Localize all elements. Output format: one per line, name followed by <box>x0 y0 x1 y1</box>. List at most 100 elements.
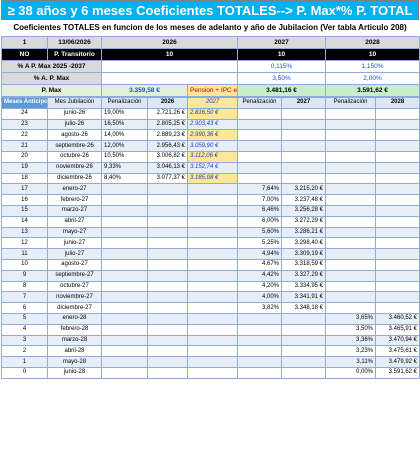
cell-val-2026[interactable] <box>147 280 188 293</box>
cell-val-2028[interactable]: 3.465,91 € <box>375 323 420 336</box>
cell-val-2026[interactable] <box>147 237 188 250</box>
cell-pen-2026[interactable] <box>101 269 148 282</box>
cell-val-2027[interactable]: 3.334,95 € <box>281 280 326 293</box>
cell-meses[interactable]: 21 <box>1 140 48 152</box>
cell-pen-2028[interactable] <box>325 107 376 120</box>
cell-val-2027[interactable]: 3.286,21 € <box>281 226 326 239</box>
cell-year-2027[interactable]: 2027 <box>237 36 327 49</box>
cell-val-2027-ipc[interactable] <box>187 312 238 325</box>
cell-pen-2027[interactable]: 4,67% <box>237 258 282 271</box>
cell-val-2026[interactable]: 2.889,23 € <box>147 129 188 142</box>
cell-pen-2027[interactable]: 4,42% <box>237 269 282 282</box>
cell-mes[interactable]: agosto-26 <box>47 129 102 142</box>
cell-pmax-range-2027[interactable]: 0,115% <box>237 60 327 73</box>
cell-meses[interactable]: 0 <box>1 366 48 379</box>
cell-meses[interactable]: 9 <box>1 269 48 282</box>
cell-pmax-range-label[interactable]: % A P. Max 2025 -2037 <box>1 60 102 73</box>
cell-pen-2027[interactable] <box>237 107 282 120</box>
cell-pen-2028[interactable] <box>325 302 376 314</box>
cell-val-2028[interactable] <box>375 118 420 131</box>
cell-pen-2027[interactable] <box>237 323 282 336</box>
cell-val-2026[interactable] <box>147 215 188 228</box>
col-2028[interactable]: 2028 <box>375 97 420 109</box>
col-2026[interactable]: 2026 <box>147 97 188 109</box>
cell-val-2027-ipc[interactable] <box>187 366 238 379</box>
col-penalizacion-2026[interactable]: Penalización <box>101 97 148 109</box>
cell-val-2027-ipc[interactable] <box>187 269 238 282</box>
cell-mes[interactable]: septiembre-27 <box>47 269 102 282</box>
cell-pen-2027[interactable]: 5,60% <box>237 226 282 239</box>
cell-val-2027-ipc[interactable] <box>187 215 238 228</box>
cell-pen-2027[interactable]: 6,00% <box>237 215 282 228</box>
cell-ap-max-2028[interactable]: 2,00% <box>325 72 420 85</box>
cell-ap-max-label[interactable]: % A. P. Max <box>1 72 102 85</box>
cell-val-2028[interactable]: 3.591,62 € <box>375 366 420 379</box>
cell-val-2027-ipc[interactable]: 3.152,74 € <box>187 161 238 174</box>
cell-pen-2026[interactable]: 9,33% <box>101 161 148 174</box>
cell-mes[interactable]: febrero-27 <box>47 194 102 206</box>
cell-pen-2028[interactable] <box>325 215 376 228</box>
cell-pen-2027[interactable]: 3,82% <box>237 302 282 314</box>
cell-pen-2028[interactable] <box>325 269 376 282</box>
col-penalizacion-2027[interactable]: Penalización <box>237 97 282 109</box>
cell-ptransitorio-2028[interactable]: 10 <box>325 48 420 61</box>
cell-val-2027[interactable]: 3.327,29 € <box>281 269 326 282</box>
col-meses-anticipo[interactable]: Meses Anticipo <box>1 97 48 109</box>
cell-meses[interactable]: 17 <box>1 183 48 196</box>
cell-val-2027[interactable] <box>281 323 326 336</box>
cell-pen-2027[interactable]: 4,20% <box>237 280 282 293</box>
cell-mes[interactable]: septiembre-26 <box>47 140 102 152</box>
cell-pen-2027[interactable] <box>237 345 282 358</box>
cell-pen-2028[interactable] <box>325 150 376 163</box>
cell-pen-2027[interactable]: 5,25% <box>237 237 282 250</box>
cell-val-2027-ipc[interactable]: 3.059,90 € <box>187 140 238 152</box>
cell-val-2027[interactable] <box>281 161 326 174</box>
cell-val-2028[interactable] <box>375 161 420 174</box>
cell-pen-2027[interactable] <box>237 312 282 325</box>
cell-val-2028[interactable] <box>375 183 420 196</box>
cell-mes[interactable]: julio-27 <box>47 248 102 260</box>
cell-meses[interactable]: 19 <box>1 161 48 174</box>
cell-year-2026[interactable]: 2026 <box>100 36 239 49</box>
cell-val-2027[interactable]: 3.341,91 € <box>281 291 326 304</box>
cell-val-2027[interactable] <box>281 334 326 347</box>
cell-val-2027-ipc[interactable]: 2.903,43 € <box>187 118 238 131</box>
cell-mes[interactable]: junio-27 <box>47 237 102 250</box>
cell-val-2026[interactable] <box>147 334 188 347</box>
cell-mes[interactable]: diciembre-26 <box>47 172 102 185</box>
cell-val-2028[interactable]: 3.470,94 € <box>375 334 420 347</box>
cell-pen-2027[interactable] <box>237 334 282 347</box>
cell-val-2027-ipc[interactable] <box>187 183 238 196</box>
cell-val-2026[interactable] <box>147 258 188 271</box>
cell-meses[interactable]: 20 <box>1 150 48 163</box>
cell-pen-2026[interactable] <box>101 334 148 347</box>
cell-mes[interactable]: octubre-27 <box>47 280 102 293</box>
cell-pen-2028[interactable] <box>325 280 376 293</box>
cell-pen-2026[interactable] <box>101 237 148 250</box>
cell-pen-2028[interactable] <box>325 140 376 152</box>
cell-val-2027-ipc[interactable] <box>187 280 238 293</box>
cell-val-2027[interactable]: 3.237,48 € <box>281 194 326 206</box>
cell-val-2027-ipc[interactable] <box>187 226 238 239</box>
cell-pen-2026[interactable] <box>101 323 148 336</box>
cell-pen-2026[interactable] <box>101 356 148 368</box>
cell-meses[interactable]: 22 <box>1 129 48 142</box>
cell-pmax-range-2028[interactable]: 1,150% <box>325 60 420 73</box>
cell-meses[interactable]: 6 <box>1 302 48 314</box>
cell-val-2027[interactable]: 3.256,28 € <box>281 204 326 217</box>
cell-meses[interactable]: 4 <box>1 323 48 336</box>
cell-pen-2026[interactable]: 12,00% <box>101 140 148 152</box>
cell-val-2026[interactable] <box>147 312 188 325</box>
cell-mes[interactable]: diciembre-27 <box>47 302 102 314</box>
cell-pmax-2026[interactable]: 3.359,58 € <box>101 84 188 97</box>
cell-val-2027[interactable] <box>281 140 326 152</box>
cell-val-2027-ipc[interactable]: 2.990,36 € <box>187 129 238 142</box>
cell-meses[interactable]: 24 <box>1 107 48 120</box>
cell-val-2026[interactable] <box>147 291 188 304</box>
cell-meses[interactable]: 18 <box>1 172 48 185</box>
cell-pension-ipc-label[interactable]: Pension + IPC en <box>186 84 239 97</box>
cell-val-2026[interactable] <box>147 345 188 358</box>
cell-val-2026[interactable]: 3.046,13 € <box>147 161 188 174</box>
cell-ptransitorio-2026[interactable]: 10 <box>100 48 239 61</box>
cell-meses[interactable]: 8 <box>1 280 48 293</box>
